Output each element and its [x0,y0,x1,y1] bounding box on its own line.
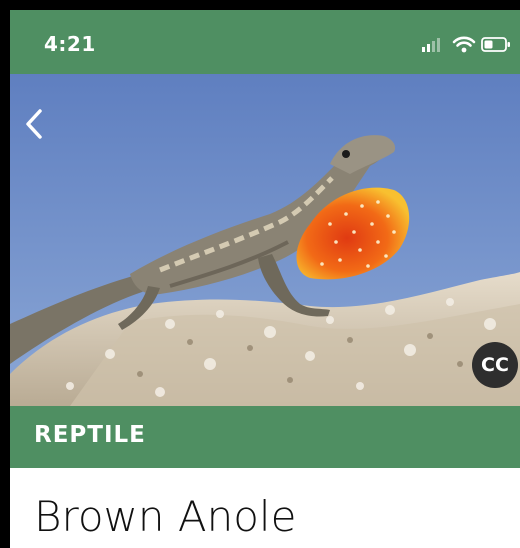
status-time: 4:21 [44,32,96,56]
category-label: REPTILE [34,422,146,448]
app-screen: 4:21 CC REPTILE Brown Anole [10,10,520,548]
signal-icon [422,38,440,52]
status-bar: 4:21 [10,10,520,74]
cc-badge[interactable]: CC [472,342,518,388]
species-title: Brown Anole [34,492,297,541]
species-photo [10,74,520,406]
wifi-icon [452,36,476,53]
back-button[interactable] [18,104,52,144]
status-icons [420,34,512,54]
chevron-left-icon [26,109,42,139]
category-bar: REPTILE [10,406,520,468]
battery-icon [481,37,510,52]
